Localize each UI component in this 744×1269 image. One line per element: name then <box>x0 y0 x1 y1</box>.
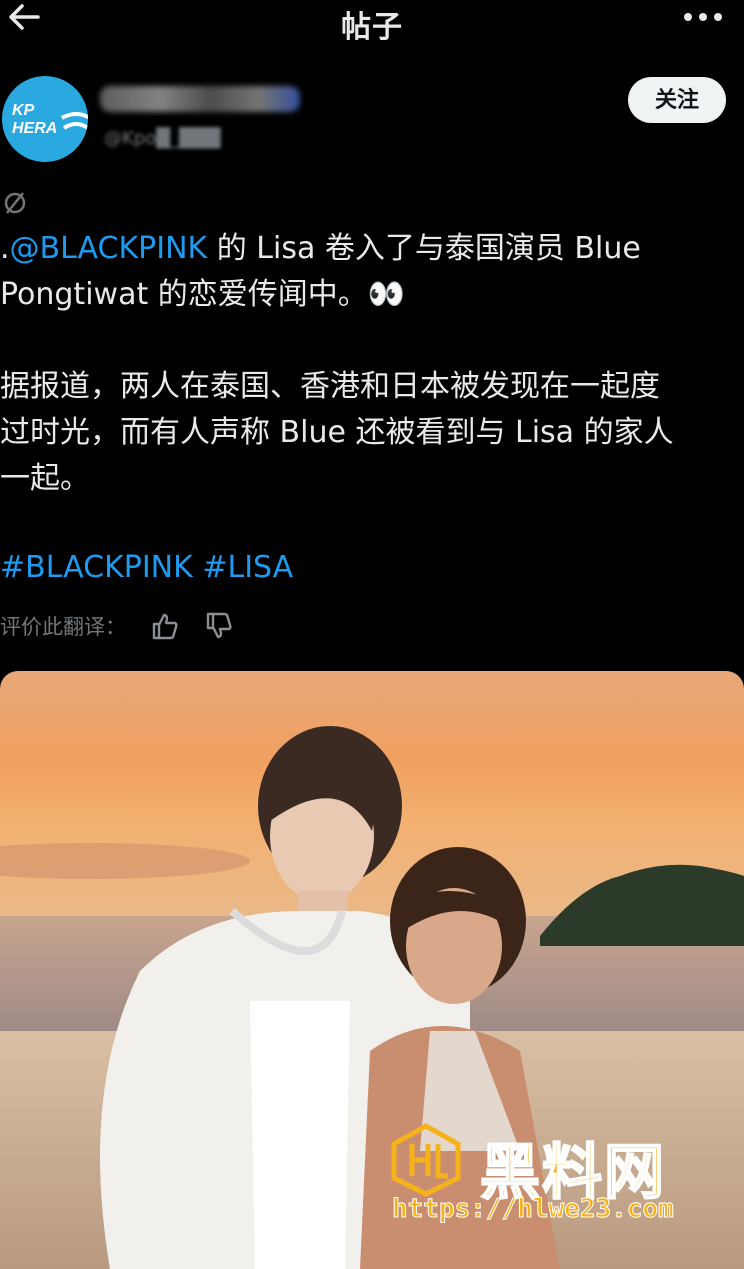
mention-link[interactable]: @BLACKPINK <box>10 231 208 266</box>
watermark: 黑料网 https://hlwe23.com <box>388 1120 708 1240</box>
hashtag-link[interactable]: #LISA <box>202 550 293 585</box>
hashtag-link[interactable]: #BLACKPINK <box>0 550 193 585</box>
page-title: 帖子 <box>341 10 403 45</box>
watermark-logo-icon <box>391 1123 461 1197</box>
watermark-url: https://hlwe23.com <box>392 1194 675 1225</box>
user-handle[interactable]: @Kpo█_███ <box>104 128 221 149</box>
author-row: KP HERA @Kpo█_███ 关注 <box>0 62 744 172</box>
rate-translation-label: 评价此翻译： <box>0 615 126 639</box>
post-line-1: .@BLACKPINK 的 Lisa 卷入了与泰国演员 Blue <box>0 226 744 272</box>
top-bar: 帖子 <box>0 0 744 45</box>
post-line-3: 据报道，两人在泰国、香港和日本被发现在一起度 <box>0 369 660 404</box>
more-horizontal-icon[interactable] <box>682 6 726 26</box>
avatar[interactable]: KP HERA <box>2 76 88 162</box>
post-line-4: 过时光，而有人声称 Blue 还被看到与 Lisa 的家人 <box>0 415 674 450</box>
post-blank-line <box>0 318 744 364</box>
post-line-2: Pongtiwat 的恋爱传闻中。👀 <box>0 277 406 312</box>
follow-button[interactable]: 关注 <box>628 77 726 123</box>
post-prefix: . <box>0 231 10 266</box>
rate-translation-row: 评价此翻译： <box>0 606 234 646</box>
post-line-1-text: 的 Lisa 卷入了与泰国演员 Blue <box>207 231 641 266</box>
post-line-5: 一起。 <box>0 461 90 496</box>
avatar-logo-text: KP HERA <box>12 102 58 137</box>
hashtags: #BLACKPINK #LISA <box>0 550 293 585</box>
avatar-logo-mark <box>61 112 88 130</box>
post-body: .@BLACKPINK 的 Lisa 卷入了与泰国演员 Blue Pongtiw… <box>0 226 744 502</box>
translate-icon <box>4 192 26 214</box>
display-name-redacted[interactable] <box>100 86 300 112</box>
thumbs-up-icon[interactable] <box>150 611 180 641</box>
thumbs-down-icon[interactable] <box>204 611 234 641</box>
